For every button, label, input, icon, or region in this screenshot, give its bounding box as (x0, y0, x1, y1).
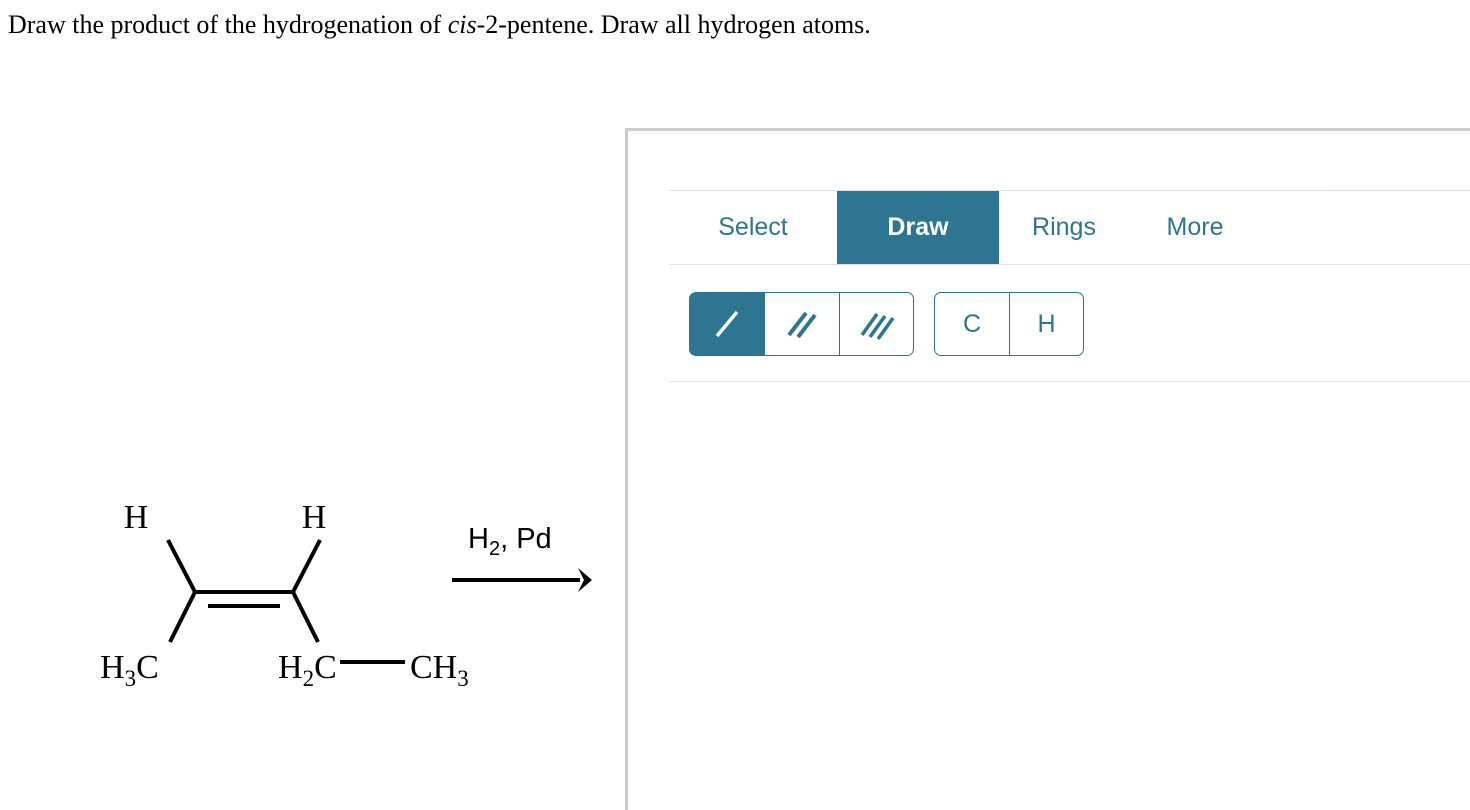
label-h-top-right: H (302, 499, 327, 536)
bond-c3-h (291, 539, 322, 593)
editor-tab-bar: Select Draw Rings More (669, 190, 1470, 265)
molecule-drawing-canvas[interactable] (669, 383, 1470, 810)
tab-more-label: More (1166, 213, 1224, 241)
bond-tool-group (689, 292, 914, 356)
question-text-after: -2-pentene. Draw all hydrogen atoms. (476, 10, 871, 39)
atom-tool-hydrogen[interactable]: H (1009, 292, 1084, 356)
reaction-scheme: H H H3C H2C CH3 H2, Pd (60, 470, 620, 710)
question-text-italic: cis (447, 10, 477, 39)
atom-tool-carbon-label: C (962, 309, 982, 338)
reactant-structure (166, 539, 405, 664)
tab-rings[interactable]: Rings (999, 191, 1129, 264)
tab-rings-label: Rings (1032, 213, 1096, 241)
bond-c2-h (166, 539, 197, 593)
double-bond-icon (782, 304, 822, 344)
reagent-label: H2, Pd (468, 523, 552, 560)
label-terminal-methyl: CH3 (410, 649, 469, 691)
triple-bond-icon (857, 304, 897, 344)
reaction-arrow (452, 568, 592, 592)
tab-draw[interactable]: Draw (837, 191, 999, 264)
tab-select[interactable]: Select (669, 191, 837, 264)
bond-tool-double[interactable] (764, 292, 839, 356)
tab-draw-label: Draw (887, 213, 949, 241)
editor-tool-row: C H (669, 266, 1470, 382)
atom-tool-carbon[interactable]: C (934, 292, 1009, 356)
atom-tool-group: C H (934, 292, 1084, 356)
label-h-top-left: H (124, 499, 149, 536)
bond-tool-single[interactable] (689, 292, 764, 356)
label-methyl-left: H3C (100, 649, 159, 691)
label-methylene-right: H2C (278, 649, 337, 691)
question-text-before: Draw the product of the hydrogenation of (8, 10, 448, 39)
bond-tool-triple[interactable] (839, 292, 914, 356)
atom-tool-hydrogen-label: H (1037, 309, 1056, 338)
bond-c3-c4 (291, 591, 320, 643)
single-bond-icon (707, 304, 747, 344)
tab-more[interactable]: More (1129, 191, 1261, 264)
tab-select-label: Select (718, 213, 788, 241)
bond-c2-c1 (168, 591, 197, 643)
question-prompt: Draw the product of the hydrogenation of… (8, 8, 1408, 42)
molecule-editor-panel: Select Draw Rings More C H (625, 128, 1470, 810)
